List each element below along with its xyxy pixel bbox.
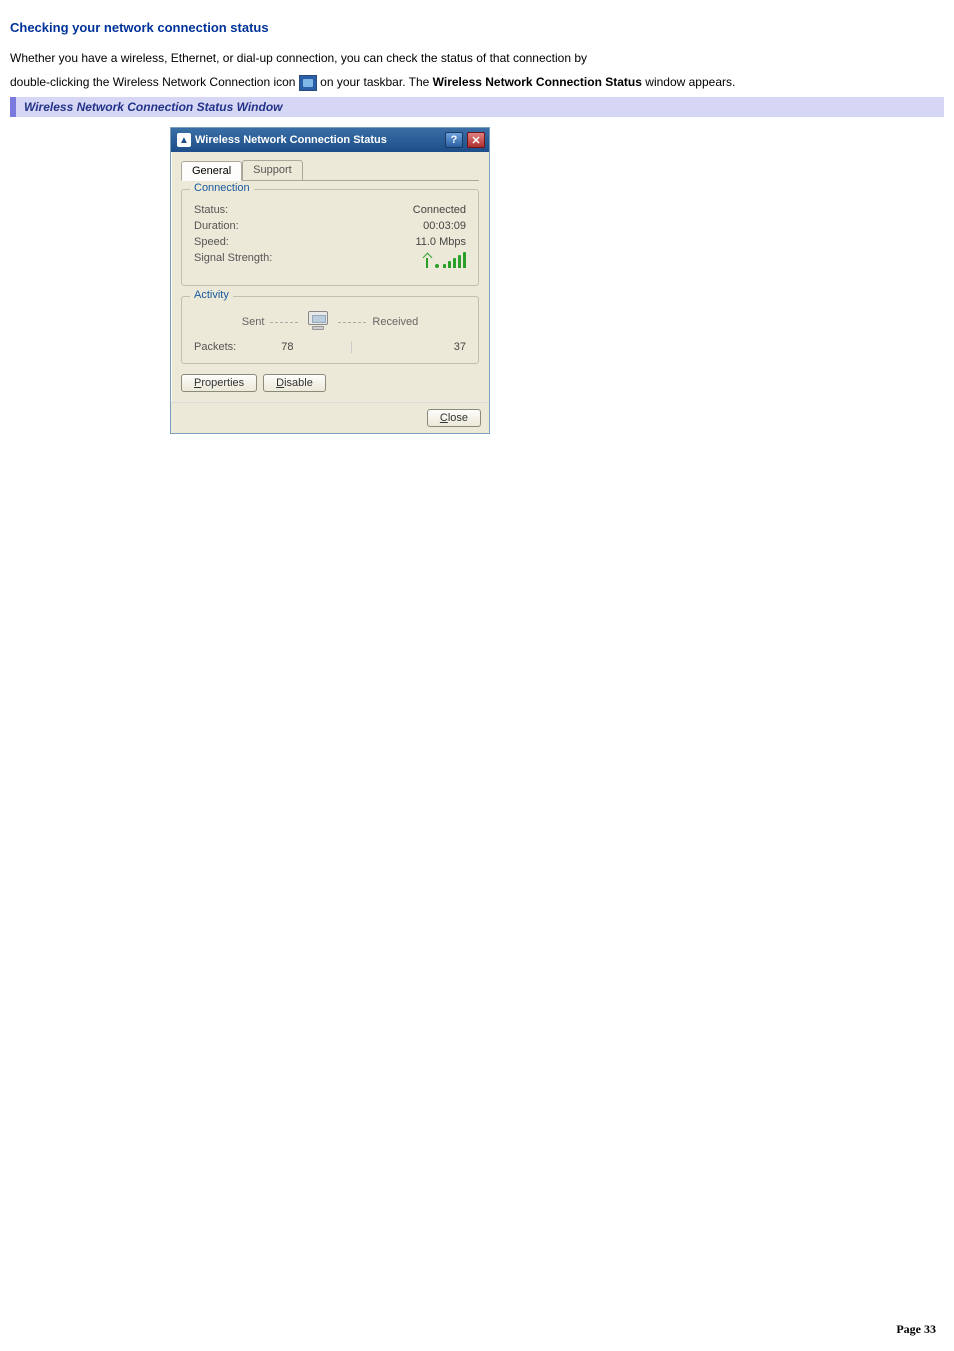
- dialog-footer: Close: [171, 402, 489, 433]
- speed-row: Speed: 11.0 Mbps: [194, 236, 466, 248]
- disable-button[interactable]: Disable: [263, 374, 326, 392]
- disable-accel: D: [276, 377, 284, 389]
- duration-row: Duration: 00:03:09: [194, 220, 466, 232]
- para2-text-a: double-clicking the Wireless Network Con…: [10, 75, 299, 89]
- status-value: Connected: [413, 204, 466, 216]
- properties-button[interactable]: Properties: [181, 374, 257, 392]
- packets-sent-value: 78: [236, 341, 338, 353]
- duration-label: Duration:: [194, 220, 239, 232]
- connection-groupbox: Connection Status: Connected Duration: 0…: [181, 189, 479, 286]
- activity-groupbox: Activity Sent Received Packets: 78 37: [181, 296, 479, 364]
- activity-line-left: [270, 322, 298, 323]
- close-window-button[interactable]: ✕: [467, 132, 485, 148]
- figure-caption: Wireless Network Connection Status Windo…: [10, 97, 944, 117]
- status-label: Status:: [194, 204, 228, 216]
- tab-general[interactable]: General: [181, 161, 242, 181]
- wireless-status-dialog: ▲ Wireless Network Connection Status ? ✕…: [170, 127, 490, 434]
- signal-label: Signal Strength:: [194, 252, 272, 271]
- signal-row: Signal Strength:: [194, 252, 466, 271]
- speed-value: 11.0 Mbps: [415, 236, 466, 248]
- sent-label: Sent: [242, 316, 265, 328]
- packets-label: Packets:: [194, 341, 236, 353]
- para1-text: Whether you have a wireless, Ethernet, o…: [10, 51, 587, 65]
- para2-text-c: window appears.: [645, 75, 735, 89]
- button-row: Properties Disable: [181, 374, 479, 392]
- packets-separator: [351, 341, 352, 353]
- received-label: Received: [372, 316, 418, 328]
- para2-text-b: on your taskbar. The: [320, 75, 433, 89]
- activity-line-right: [338, 322, 366, 323]
- page-label: Page: [896, 1322, 924, 1336]
- close-rest: lose: [448, 412, 468, 424]
- section-heading: Checking your network connection status: [10, 20, 944, 35]
- status-row: Status: Connected: [194, 204, 466, 216]
- page-number: 33: [924, 1322, 936, 1336]
- tab-support[interactable]: Support: [242, 160, 303, 180]
- activity-legend: Activity: [190, 289, 233, 301]
- activity-header-row: Sent Received: [194, 311, 466, 333]
- properties-rest: roperties: [201, 377, 244, 389]
- computers-icon: [304, 311, 332, 333]
- title-bar: ▲ Wireless Network Connection Status ? ✕: [171, 128, 489, 152]
- connection-legend: Connection: [190, 182, 254, 194]
- para2-bold: Wireless Network Connection Status: [433, 75, 642, 89]
- packets-row: Packets: 78 37: [194, 341, 466, 353]
- title-bar-app-icon: ▲: [177, 133, 191, 147]
- close-accel: C: [440, 412, 448, 424]
- signal-strength-icon: [424, 252, 466, 271]
- paragraph-line-1: Whether you have a wireless, Ethernet, o…: [10, 49, 944, 67]
- title-bar-text: Wireless Network Connection Status: [195, 134, 441, 146]
- packets-received-value: 37: [364, 341, 466, 353]
- speed-label: Speed:: [194, 236, 229, 248]
- disable-rest: isable: [284, 377, 313, 389]
- tabs-row: General Support: [181, 160, 479, 181]
- wireless-connection-taskbar-icon: [299, 75, 317, 91]
- help-button[interactable]: ?: [445, 132, 463, 148]
- page-footer: Page 33: [896, 1322, 936, 1337]
- paragraph-line-2: double-clicking the Wireless Network Con…: [10, 73, 944, 91]
- duration-value: 00:03:09: [423, 220, 466, 232]
- dialog-body: General Support Connection Status: Conne…: [171, 152, 489, 402]
- close-button[interactable]: Close: [427, 409, 481, 427]
